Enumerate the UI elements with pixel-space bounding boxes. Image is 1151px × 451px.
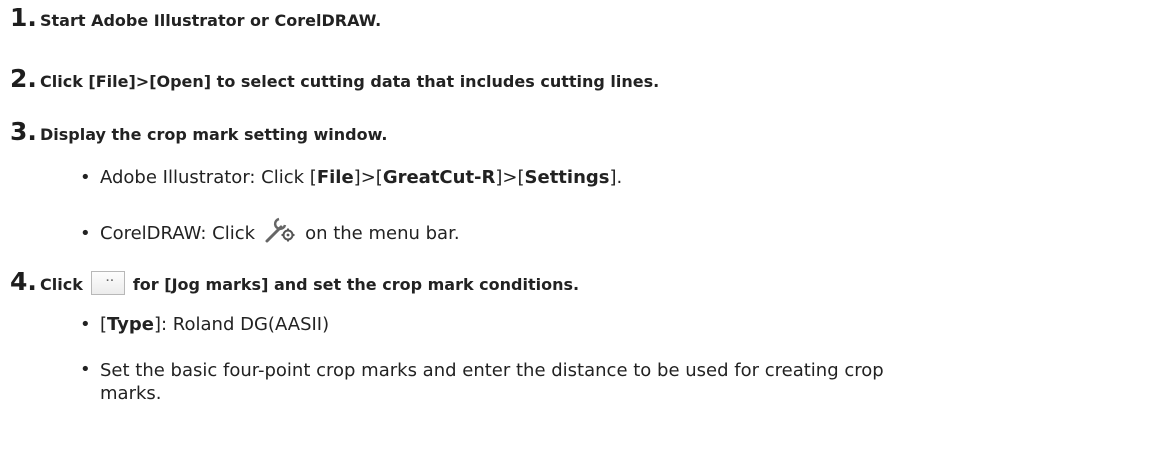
- text-segment: ].: [609, 167, 623, 188]
- text-line: Set the basic four-point crop marks and …: [100, 360, 884, 381]
- step-4: 4. Click for [Jog marks] and set the crop…: [10, 267, 579, 296]
- step-text: Start Adobe Illustrator or CorelDRAW.: [40, 11, 382, 30]
- step-number: 1.: [10, 3, 37, 32]
- step-text: Click for [Jog marks] and set the crop ma…: [40, 271, 579, 295]
- step-1: 1. Start Adobe Illustrator or CorelDRAW.: [10, 3, 381, 32]
- bullet-dot: •: [80, 223, 91, 244]
- text-segment: CorelDRAW: Click: [100, 223, 256, 244]
- type-bullet: • [Type]: Roland DG(AASII): [80, 314, 329, 335]
- basic-crop-marks-bullet: • Set the basic four-point crop marks an…: [80, 359, 884, 405]
- step-text: Click [File]>[Open] to select cutting da…: [40, 72, 660, 91]
- coreldraw-instruction: CorelDRAW: Click on the menu bar.: [100, 215, 460, 245]
- ellipsis-button-icon: [90, 271, 125, 295]
- type-label: Type: [107, 314, 154, 335]
- bullet-dot: •: [80, 314, 91, 335]
- text-segment: ]>[: [353, 167, 383, 188]
- step-number: 3.: [10, 117, 37, 146]
- text-segment: [: [100, 314, 108, 335]
- illustrator-instruction: Adobe Illustrator: Click [File]>[GreatCu…: [100, 167, 622, 188]
- step-3: 3. Display the crop mark setting window.: [10, 117, 387, 146]
- menu-file: File: [316, 167, 354, 188]
- type-instruction: [Type]: Roland DG(AASII): [100, 314, 329, 335]
- menu-greatcut-r: GreatCut-R: [382, 167, 496, 188]
- basic-crop-marks-instruction: Set the basic four-point crop marks and …: [100, 359, 884, 405]
- text-line: marks.: [100, 383, 162, 404]
- coreldraw-bullet: • CorelDRAW: Click on the menu bar.: [80, 215, 460, 245]
- wrench-gear-icon: [263, 215, 297, 245]
- step-text: Display the crop mark setting window.: [40, 125, 388, 144]
- text-segment: ]>[: [495, 167, 525, 188]
- text-segment: Adobe Illustrator: Click [: [100, 167, 317, 188]
- text-segment: for [Jog marks] and set the crop mark co…: [132, 275, 580, 294]
- bullet-dot: •: [80, 359, 91, 380]
- text-segment: ]: Roland DG(AASII): [154, 314, 330, 335]
- step-2: 2. Click [File]>[Open] to select cutting…: [10, 64, 659, 93]
- menu-settings: Settings: [524, 167, 610, 188]
- text-segment: on the menu bar.: [305, 223, 460, 244]
- step-number: 2.: [10, 64, 37, 93]
- bullet-dot: •: [80, 167, 91, 188]
- step-number: 4.: [10, 267, 37, 296]
- text-segment: Click: [40, 275, 83, 294]
- illustrator-bullet: • Adobe Illustrator: Click [File]>[Great…: [80, 167, 622, 188]
